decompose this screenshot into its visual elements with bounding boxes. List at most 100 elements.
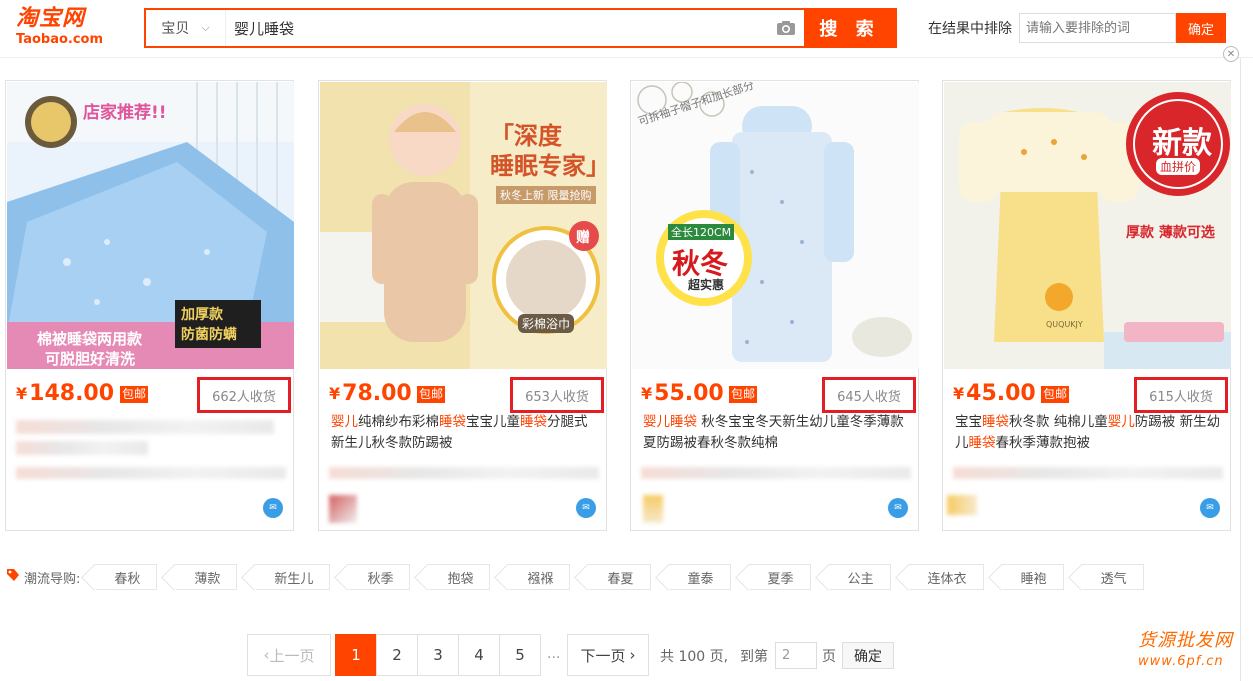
product-card-2[interactable]: 「深度 睡眠专家」 秋冬上新 限量抢购 赠 彩棉浴巾 ¥78.00 包邮 653… [318, 80, 607, 531]
logo-en: Taobao.com [16, 32, 104, 47]
product-image-1[interactable]: 店家推荐!! 加厚款 防菌防螨 棉被睡袋两用款 可脱胆好清洗 [7, 82, 294, 369]
search-type-select[interactable]: 宝贝 ⌵ [146, 10, 226, 46]
trend-tag-label: 新生儿 [274, 571, 314, 587]
chevron-down-icon: ⌵ [201, 21, 210, 34]
page-button-1[interactable]: 1 [335, 634, 377, 676]
free-shipping-badge: 包邮 [417, 386, 446, 403]
trend-tag[interactable]: 襁褓 [507, 564, 571, 590]
product-4-sold-count: 615人收货 [1134, 377, 1228, 413]
product-3-length: 全长120CM [668, 224, 735, 240]
exclude-confirm-button[interactable]: 确定 [1176, 13, 1226, 43]
title-text: 纯棉纱布彩棉 [358, 414, 439, 430]
product-3-title[interactable]: 婴儿睡袋 秋冬宝宝冬天新生幼儿童冬季薄款夏防踢被春秋冬款纯棉 [643, 412, 909, 454]
trend-tag-label: 薄款 [194, 571, 221, 587]
price-value: 55.00 [654, 381, 724, 406]
trend-tag-label: 睡袍 [1020, 571, 1047, 587]
trend-tag[interactable]: 透气 [1080, 564, 1144, 590]
exclude-label: 在结果中排除 [928, 21, 1012, 37]
goto-confirm-button[interactable]: 确定 [842, 642, 894, 669]
product-1-tag1: 加厚款 [181, 307, 223, 323]
prev-page-button[interactable]: ‹ 上一页 [247, 634, 331, 676]
title-keyword: 婴儿睡袋 [643, 414, 697, 430]
trend-tag[interactable]: 薄款 [174, 564, 238, 590]
trend-tag[interactable]: 连体衣 [907, 564, 984, 590]
trend-tag-label: 春秋 [114, 571, 141, 587]
product-3-value: 超实惠 [688, 278, 725, 292]
wangwang-chat-icon[interactable]: ✉ [576, 498, 596, 518]
trend-tag[interactable]: 春秋 [94, 564, 158, 590]
trend-tag[interactable]: 夏季 [747, 564, 811, 590]
product-1-caption1: 棉被睡袋两用款 [37, 330, 143, 348]
logo-cn: 淘宝网 [16, 6, 86, 31]
trend-tag[interactable]: 春夏 [587, 564, 651, 590]
product-image-4[interactable]: 新款 血拼价 厚款 薄款可选 QUQUKJY [944, 82, 1231, 369]
product-4-price: ¥45.00 [953, 381, 1036, 406]
blurred-shop-line [329, 467, 599, 479]
title-keyword: 睡袋 [968, 435, 996, 451]
goto-label: 到第 [740, 649, 768, 665]
yen-symbol: ¥ [16, 384, 28, 403]
product-image-3[interactable]: 可拆袖子帽子和加长部分 全长120CM 秋冬 超实惠 [632, 82, 919, 369]
blurred-shop-line [953, 467, 1223, 479]
product-3-sold-count: 645人收货 [822, 377, 916, 413]
page-button-5[interactable]: 5 [499, 634, 541, 676]
trend-tag[interactable]: 秋季 [347, 564, 411, 590]
wangwang-chat-icon[interactable]: ✉ [263, 498, 283, 518]
product-image-2[interactable]: 「深度 睡眠专家」 秋冬上新 限量抢购 赠 彩棉浴巾 [320, 82, 607, 369]
header: 淘宝网 Taobao.com 宝贝 ⌵ 搜 索 在结果中排除 确定 [0, 0, 1253, 58]
free-shipping-badge: 包邮 [120, 386, 149, 403]
wangwang-chat-icon[interactable]: ✉ [1200, 498, 1220, 518]
title-text: 宝宝 [955, 414, 982, 430]
trend-tag[interactable]: 新生儿 [254, 564, 331, 590]
product-2-sub: 秋冬上新 限量抢购 [496, 186, 596, 204]
camera-icon[interactable] [768, 10, 804, 46]
product-card-3[interactable]: 可拆袖子帽子和加长部分 全长120CM 秋冬 超实惠 ¥55.00 包邮 645… [630, 80, 919, 531]
price-value: 148.00 [29, 381, 115, 406]
search-button[interactable]: 搜 索 [804, 10, 895, 46]
trend-tag-label: 连体衣 [927, 571, 967, 587]
product-2-headline2: 睡眠专家」 [490, 152, 607, 180]
goto-page-input[interactable] [775, 642, 817, 669]
exclude-input[interactable] [1019, 13, 1176, 43]
trend-tag[interactable]: 睡袍 [1000, 564, 1064, 590]
next-page-label: 下一页 [580, 646, 626, 665]
page-button-4[interactable]: 4 [458, 634, 500, 676]
trend-tag-label: 童泰 [687, 571, 714, 587]
product-4-brand: QUQUKJY [1046, 320, 1083, 329]
trend-tag[interactable]: 公主 [827, 564, 891, 590]
page-button-3[interactable]: 3 [417, 634, 459, 676]
tag-icon [6, 568, 20, 586]
trend-tag-label: 夏季 [767, 571, 794, 587]
title-keyword: 婴儿 [1107, 414, 1135, 430]
free-shipping-badge: 包邮 [1041, 386, 1070, 403]
wangwang-chat-icon[interactable]: ✉ [888, 498, 908, 518]
taobao-logo[interactable]: 淘宝网 Taobao.com [16, 6, 116, 50]
blurred-shop-line [16, 467, 286, 479]
title-text: 春秋季薄款抱被 [995, 435, 1091, 451]
close-icon[interactable]: ✕ [1223, 46, 1239, 62]
trend-tag[interactable]: 抱袋 [427, 564, 491, 590]
prev-page-label: 上一页 [269, 646, 315, 665]
blurred-title-line [16, 441, 148, 455]
blurred-shop-badge [329, 495, 357, 523]
trend-tag[interactable]: 童泰 [667, 564, 731, 590]
next-page-button[interactable]: 下一页 › [567, 634, 649, 676]
product-2-gift-label: 彩棉浴巾 [518, 314, 575, 333]
product-3-price: ¥55.00 [641, 381, 724, 406]
product-2-title[interactable]: 婴儿纯棉纱布彩棉睡袋宝宝儿童睡袋分腿式新生儿秋冬款防踢被 [331, 412, 597, 454]
watermark: 货源批发网 www.6pf.cn [1138, 626, 1248, 669]
price-value: 78.00 [342, 381, 412, 406]
search-input[interactable] [226, 10, 768, 46]
title-keyword: 睡袋 [982, 414, 1009, 430]
page-button-2[interactable]: 2 [376, 634, 418, 676]
trend-label-text: 潮流导购: [24, 571, 81, 587]
scrollbar-track[interactable] [1240, 58, 1253, 681]
product-4-title[interactable]: 宝宝睡袋秋冬款 纯棉儿童婴儿防踢被 新生幼儿睡袋春秋季薄款抱被 [955, 412, 1221, 454]
trend-tag-label: 秋季 [367, 571, 394, 587]
product-card-4[interactable]: 新款 血拼价 厚款 薄款可选 QUQUKJY ¥45.00 包邮 615人收货 … [942, 80, 1231, 531]
product-card-1[interactable]: 店家推荐!! 加厚款 防菌防螨 棉被睡袋两用款 可脱胆好清洗 ¥148.00 包… [5, 80, 294, 531]
product-1-tag2: 防菌防螨 [181, 327, 237, 343]
title-keyword: 睡袋 [439, 414, 466, 430]
trend-tag-label: 透气 [1100, 571, 1127, 587]
product-2-price: ¥78.00 [329, 381, 412, 406]
